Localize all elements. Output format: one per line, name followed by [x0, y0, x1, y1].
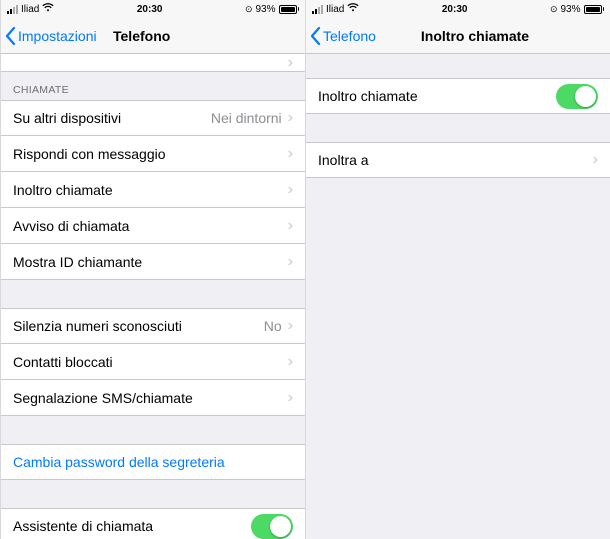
row-label: Avviso di chiamata	[13, 218, 129, 234]
status-time: 20:30	[137, 4, 163, 15]
carrier-label: Iliad	[21, 4, 39, 15]
chevron-right-icon: ›	[593, 152, 598, 168]
signal-icon	[7, 5, 18, 14]
row-change-voicemail-password[interactable]: Cambia password della segreteria	[1, 444, 305, 480]
content: › CHIAMATE Su altri dispositivi Nei dint…	[1, 54, 305, 539]
status-time: 20:30	[442, 4, 468, 15]
status-left: Iliad	[312, 3, 359, 15]
row-label: Mostra ID chiamante	[13, 254, 142, 270]
nav-back-label: Impostazioni	[18, 28, 97, 44]
row-dial-assist: Assistente di chiamata	[1, 508, 305, 539]
nav-back-label: Telefono	[323, 28, 376, 44]
status-right: ⊙ 93%	[245, 4, 299, 15]
row-call-forwarding[interactable]: Inoltro chiamate ›	[1, 172, 305, 208]
wifi-icon	[347, 3, 359, 15]
chevron-right-icon: ›	[288, 110, 293, 126]
row-forwarding-toggle: Inoltro chiamate	[306, 78, 610, 114]
wifi-icon	[42, 3, 54, 15]
row-label: Assistente di chiamata	[13, 518, 153, 534]
row-label: Contatti bloccati	[13, 354, 113, 370]
section-gap	[1, 416, 305, 444]
row-label: Inoltra a	[318, 152, 369, 168]
alarm-icon: ⊙	[550, 4, 558, 15]
row-blocked-contacts[interactable]: Contatti bloccati ›	[1, 344, 305, 380]
chevron-left-icon	[310, 27, 321, 45]
section-gap	[1, 280, 305, 308]
status-bar: Iliad 20:30 ⊙ 93%	[306, 0, 610, 18]
section-header-calls: CHIAMATE	[1, 72, 305, 100]
screen-phone-settings: Iliad 20:30 ⊙ 93% Impostazioni Telefono …	[0, 0, 305, 539]
chevron-right-icon: ›	[288, 254, 293, 270]
section-gap	[306, 54, 610, 78]
row-value: No	[264, 318, 282, 334]
call-forwarding-toggle[interactable]	[556, 84, 598, 109]
signal-icon	[312, 5, 323, 14]
row-label: Inoltro chiamate	[318, 88, 418, 104]
carrier-label: Iliad	[326, 4, 344, 15]
status-bar: Iliad 20:30 ⊙ 93%	[1, 0, 305, 18]
section-gap	[306, 114, 610, 142]
chevron-right-icon: ›	[288, 146, 293, 162]
chevron-right-icon: ›	[288, 182, 293, 198]
nav-back-button[interactable]: Telefono	[310, 27, 376, 45]
battery-pct: 93%	[560, 4, 580, 15]
chevron-right-icon: ›	[288, 390, 293, 406]
status-left: Iliad	[7, 3, 54, 15]
row-label: Cambia password della segreteria	[13, 454, 225, 470]
dial-assist-toggle[interactable]	[251, 514, 293, 539]
row-sms-call-report[interactable]: Segnalazione SMS/chiamate ›	[1, 380, 305, 416]
row-my-number-partial[interactable]: ›	[1, 54, 305, 72]
battery-icon	[279, 5, 300, 14]
alarm-icon: ⊙	[245, 4, 253, 15]
nav-back-button[interactable]: Impostazioni	[5, 27, 97, 45]
screen-call-forwarding: Iliad 20:30 ⊙ 93% Telefono Inoltro chiam…	[305, 0, 610, 539]
chevron-right-icon: ›	[288, 55, 293, 71]
chevron-right-icon: ›	[288, 218, 293, 234]
row-label: Rispondi con messaggio	[13, 146, 166, 162]
chevron-left-icon	[5, 27, 16, 45]
row-respond-message[interactable]: Rispondi con messaggio ›	[1, 136, 305, 172]
section-gap	[1, 480, 305, 508]
row-show-caller-id[interactable]: Mostra ID chiamante ›	[1, 244, 305, 280]
battery-icon	[584, 5, 605, 14]
battery-pct: 93%	[255, 4, 275, 15]
status-right: ⊙ 93%	[550, 4, 604, 15]
row-call-waiting[interactable]: Avviso di chiamata ›	[1, 208, 305, 244]
row-silence-unknown[interactable]: Silenzia numeri sconosciuti No ›	[1, 308, 305, 344]
row-label: Segnalazione SMS/chiamate	[13, 390, 193, 406]
row-other-devices[interactable]: Su altri dispositivi Nei dintorni ›	[1, 100, 305, 136]
nav-bar: Impostazioni Telefono	[1, 18, 305, 54]
row-forward-to[interactable]: Inoltra a ›	[306, 142, 610, 178]
nav-bar: Telefono Inoltro chiamate	[306, 18, 610, 54]
chevron-right-icon: ›	[288, 354, 293, 370]
chevron-right-icon: ›	[288, 318, 293, 334]
row-value: Nei dintorni	[211, 110, 282, 126]
row-label: Su altri dispositivi	[13, 110, 121, 126]
row-label: Silenzia numeri sconosciuti	[13, 318, 182, 334]
content: Inoltro chiamate Inoltra a ›	[306, 54, 610, 539]
row-label: Inoltro chiamate	[13, 182, 113, 198]
